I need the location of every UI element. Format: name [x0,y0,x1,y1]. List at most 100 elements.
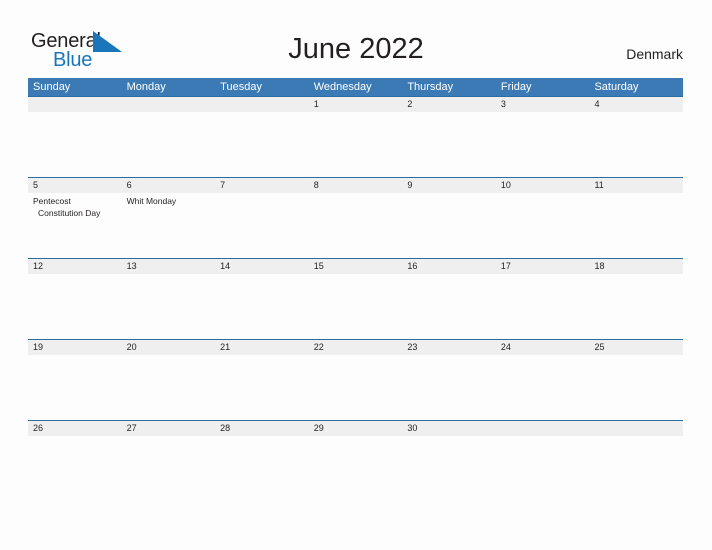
day-events[interactable] [309,436,403,501]
day-number[interactable]: 22 [309,340,403,355]
week-date-band: 19 20 21 22 23 24 25 [28,339,683,355]
day-number[interactable]: 19 [28,340,122,355]
day-number[interactable]: 6 [122,178,216,193]
calendar-week-row: 1 2 3 4 [28,96,683,177]
week-event-band [28,355,683,420]
weekday-header-thursday: Thursday [407,81,454,93]
day-events[interactable] [309,112,403,177]
day-number[interactable]: 24 [496,340,590,355]
day-number[interactable]: 25 [589,340,683,355]
day-number[interactable]: 13 [122,259,216,274]
day-events[interactable] [28,112,122,177]
day-number[interactable]: 20 [122,340,216,355]
day-events[interactable] [589,274,683,339]
day-event-label: Pentecost [33,196,71,206]
weekday-header-row: Sunday Monday Tuesday Wednesday Thursday… [28,78,683,96]
day-event-label: Whit Monday [126,196,177,206]
day-number[interactable] [589,421,683,436]
day-events[interactable] [589,112,683,177]
day-number[interactable] [496,421,590,436]
page-header: General Blue June 2022 Denmark [0,0,712,78]
day-event-label: Constitution Day [38,208,101,218]
day-number[interactable]: 16 [402,259,496,274]
calendar-week-row: 12 13 14 15 16 17 18 [28,258,683,339]
day-number[interactable]: 3 [496,97,590,112]
day-number[interactable] [122,97,216,112]
day-events[interactable] [309,193,403,258]
day-events[interactable] [589,436,683,501]
day-events[interactable]: Pentecost Constitution Day [28,193,122,258]
day-number[interactable]: 7 [215,178,309,193]
day-events[interactable] [122,274,216,339]
day-events[interactable] [496,274,590,339]
week-date-band: 1 2 3 4 [28,96,683,112]
day-events[interactable] [215,274,309,339]
day-events[interactable] [309,355,403,420]
weekday-header-saturday: Saturday [594,81,639,93]
day-events[interactable] [28,274,122,339]
day-events[interactable] [215,112,309,177]
day-number[interactable]: 14 [215,259,309,274]
weekday-header-tuesday: Tuesday [220,81,262,93]
day-number[interactable]: 17 [496,259,590,274]
week-event-band [28,274,683,339]
week-date-band: 26 27 28 29 30 [28,420,683,436]
day-events[interactable] [402,274,496,339]
calendar-week-row: 19 20 21 22 23 24 25 [28,339,683,420]
country-label: Denmark [626,46,683,62]
day-events[interactable] [122,112,216,177]
day-number[interactable]: 30 [402,421,496,436]
day-number[interactable]: 4 [589,97,683,112]
day-events[interactable] [215,436,309,501]
day-events[interactable] [402,355,496,420]
day-number[interactable]: 2 [402,97,496,112]
calendar-week-row: 26 27 28 29 30 [28,420,683,501]
day-number[interactable]: 21 [215,340,309,355]
day-events[interactable] [215,355,309,420]
day-events[interactable] [215,193,309,258]
day-events[interactable]: Whit Monday [122,193,216,258]
weekday-header-friday: Friday [500,81,532,93]
day-number[interactable]: 28 [215,421,309,436]
week-event-band: Pentecost Constitution Day Whit Monday [28,193,683,258]
weekday-header-monday: Monday [126,81,166,93]
day-number[interactable]: 8 [309,178,403,193]
day-number[interactable]: 15 [309,259,403,274]
day-number[interactable]: 11 [589,178,683,193]
day-events[interactable] [496,193,590,258]
week-event-band [28,112,683,177]
week-event-band [28,436,683,501]
calendar-grid: Sunday Monday Tuesday Wednesday Thursday… [28,78,683,501]
day-events[interactable] [496,112,590,177]
day-number[interactable]: 10 [496,178,590,193]
day-events[interactable] [28,355,122,420]
day-events[interactable] [309,274,403,339]
day-events[interactable] [496,436,590,501]
day-events[interactable] [402,193,496,258]
day-number[interactable]: 5 [28,178,122,193]
day-events[interactable] [122,436,216,501]
day-number[interactable]: 27 [122,421,216,436]
day-number[interactable] [215,97,309,112]
day-number[interactable]: 23 [402,340,496,355]
day-events[interactable] [122,355,216,420]
day-number[interactable]: 18 [589,259,683,274]
day-number[interactable]: 26 [28,421,122,436]
day-events[interactable] [589,355,683,420]
weekday-header-wednesday: Wednesday [313,81,372,93]
day-events[interactable] [589,193,683,258]
weekday-header-sunday: Sunday [33,81,71,93]
day-number[interactable] [28,97,122,112]
day-number[interactable]: 1 [309,97,403,112]
day-number[interactable]: 9 [402,178,496,193]
week-date-band: 5 6 7 8 9 10 11 [28,177,683,193]
day-events[interactable] [28,436,122,501]
day-number[interactable]: 12 [28,259,122,274]
day-events[interactable] [402,436,496,501]
week-date-band: 12 13 14 15 16 17 18 [28,258,683,274]
page-title: June 2022 [288,33,424,65]
day-events[interactable] [402,112,496,177]
day-events[interactable] [496,355,590,420]
day-number[interactable]: 29 [309,421,403,436]
calendar-week-row: 5 6 7 8 9 10 11 Pentecost Constitution Da… [28,177,683,258]
